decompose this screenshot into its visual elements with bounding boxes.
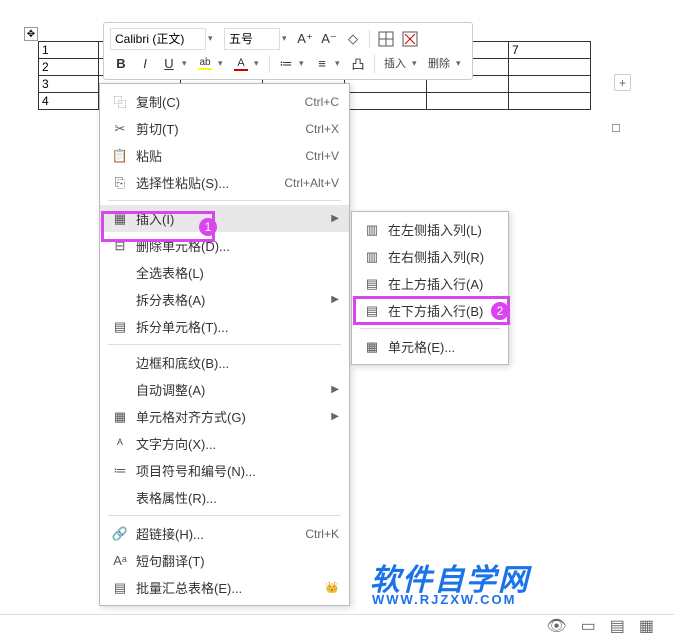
delete-group[interactable]: 删除 [428,57,450,71]
menu-select-table[interactable]: 全选表格(L) [100,259,349,286]
chevron-right-icon: ▶ [331,411,339,422]
font-name-select[interactable]: Calibri (正文) [110,28,206,50]
chevron-right-icon: ▶ [331,294,339,305]
menu-split-table[interactable]: 拆分表格(A)▶ [100,286,349,313]
link-icon: 🔗 [110,526,130,542]
cells-icon: ▦ [362,339,382,355]
bullets-icon: ≔ [110,463,130,479]
font-size-select[interactable]: 五号 [224,28,280,50]
insert-table-icon[interactable] [375,28,397,50]
menu-text-direction[interactable]: ᴬ文字方向(X)... [100,430,349,457]
menu-bullets[interactable]: ≔项目符号和编号(N)... [100,457,349,484]
text-direction-icon: ᴬ [110,436,130,452]
separator [108,515,341,516]
bullets-icon[interactable]: ≔ [275,53,297,75]
separator [108,200,341,201]
separator [360,328,500,329]
table-cell[interactable]: 3 [39,76,99,93]
delete-cells-icon: ⊟ [110,238,130,254]
delete-table-icon[interactable] [399,28,421,50]
table-resize-handle[interactable] [612,124,620,132]
menu-cell-align[interactable]: ▦单元格对齐方式(G)▶ [100,403,349,430]
submenu-cells[interactable]: ▦单元格(E)... [352,333,508,360]
annotation-badge-2: 2 [491,302,509,320]
copy-icon: ⿻ [110,94,130,110]
insert-submenu: ▥在左侧插入列(L) ▥在右侧插入列(R) ▤在上方插入行(A) ▤在下方插入行… [351,211,509,365]
separator [108,344,341,345]
summary-icon: ▤ [110,580,130,596]
menu-insert[interactable]: ▦插入(I)▶ [100,205,349,232]
watermark-url: WWW.RJZXW.COM [372,592,516,607]
chevron-right-icon: ▶ [331,213,339,224]
row-below-icon: ▤ [362,303,382,319]
context-menu: ⿻复制(C)Ctrl+C ✂剪切(T)Ctrl+X 📋粘贴Ctrl+V ⎘选择性… [99,83,350,606]
menu-paste[interactable]: 📋粘贴Ctrl+V [100,142,349,169]
italic-icon[interactable]: I [134,53,156,75]
highlight-icon[interactable]: ab [194,53,216,75]
align-icon: ▦ [110,409,130,425]
submenu-insert-col-left[interactable]: ▥在左侧插入列(L) [352,216,508,243]
menu-paste-special[interactable]: ⎘选择性粘贴(S)...Ctrl+Alt+V [100,169,349,196]
underline-icon[interactable]: U [158,53,180,75]
menu-autofit[interactable]: 自动调整(A)▶ [100,376,349,403]
insert-icon: ▦ [110,211,130,227]
table-cell[interactable]: 1 [39,42,99,59]
menu-hyperlink[interactable]: 🔗超链接(H)...Ctrl+K [100,520,349,547]
mini-toolbar: Calibri (正文)▾ 五号▾ A⁺ A⁻ ◇ B I U▾ ab▾ A▾ … [103,22,473,80]
insert-group[interactable]: 插入 [384,57,406,71]
menu-split-cells[interactable]: ▤拆分单元格(T)... [100,313,349,340]
clear-format-icon[interactable]: ◇ [342,28,364,50]
split-cells-icon: ▤ [110,319,130,335]
status-layout-icon[interactable]: ▤ [610,616,625,636]
submenu-insert-row-above[interactable]: ▤在上方插入行(A) [352,270,508,297]
menu-translate[interactable]: Aᵃ短句翻译(T) [100,547,349,574]
bold-icon[interactable]: B [110,53,132,75]
status-bar: 👁 ▭ ▤ ▦ [0,614,674,636]
table-cell[interactable]: 4 [39,93,99,110]
status-grid-icon[interactable]: ▦ [639,616,654,636]
increase-font-icon[interactable]: A⁺ [294,28,316,50]
merge-icon[interactable]: 凸 [347,53,369,75]
menu-table-props[interactable]: 表格属性(R)... [100,484,349,511]
row-above-icon: ▤ [362,276,382,292]
table-cell[interactable]: 2 [39,59,99,76]
align-icon[interactable]: ≡ [311,53,333,75]
annotation-badge-1: 1 [199,218,217,236]
menu-borders[interactable]: 边框和底纹(B)... [100,349,349,376]
table-cell[interactable]: 7 [509,42,591,59]
decrease-font-icon[interactable]: A⁻ [318,28,340,50]
translate-icon: Aᵃ [110,553,130,569]
menu-delete-cells[interactable]: ⊟删除单元格(D)... [100,232,349,259]
menu-cut[interactable]: ✂剪切(T)Ctrl+X [100,115,349,142]
status-outline-icon[interactable]: ▭ [581,616,596,636]
menu-copy[interactable]: ⿻复制(C)Ctrl+C [100,88,349,115]
font-color-icon[interactable]: A [230,53,252,75]
cut-icon: ✂ [110,121,130,137]
crown-icon: 👑 [325,581,339,594]
paste-special-icon: ⎘ [110,175,130,191]
add-column-button[interactable]: + [614,74,631,91]
paste-icon: 📋 [110,148,130,164]
submenu-insert-row-below[interactable]: ▤在下方插入行(B) [352,297,508,324]
table-move-handle[interactable]: ✥ [24,27,38,41]
menu-batch-summary[interactable]: ▤批量汇总表格(E)...👑 [100,574,349,601]
col-left-icon: ▥ [362,222,382,238]
col-right-icon: ▥ [362,249,382,265]
chevron-right-icon: ▶ [331,384,339,395]
status-eye-icon[interactable]: 👁 [546,616,566,636]
submenu-insert-col-right[interactable]: ▥在右侧插入列(R) [352,243,508,270]
